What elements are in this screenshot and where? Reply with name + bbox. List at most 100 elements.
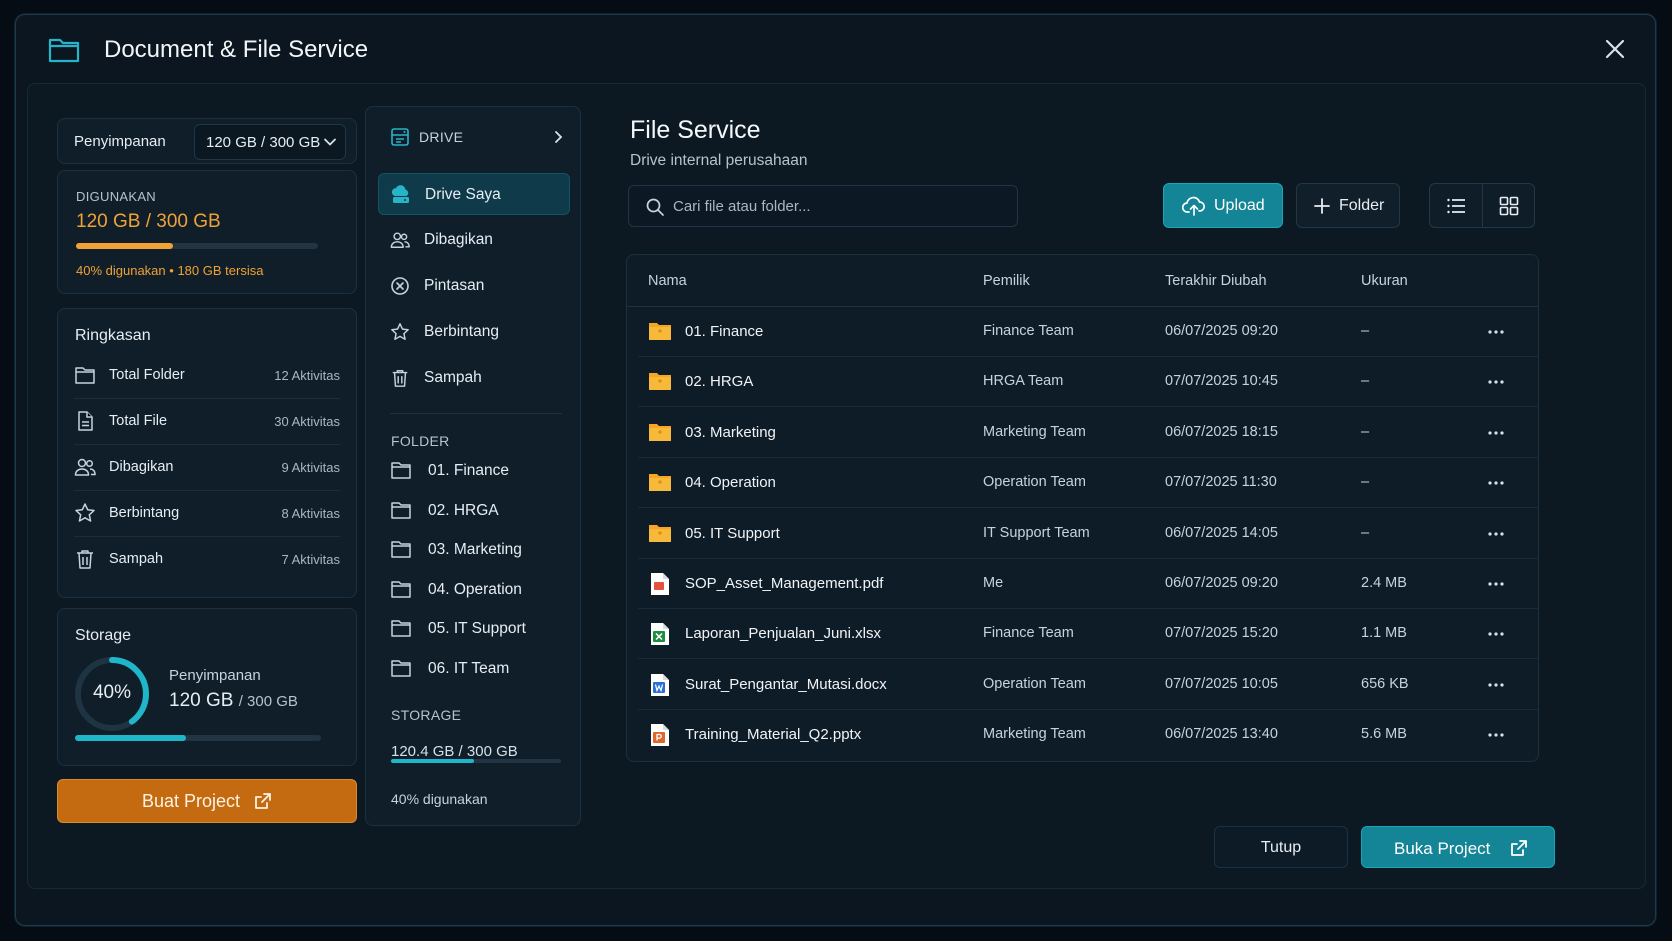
more-options-icon[interactable] [1483,722,1509,748]
nav-storage-value: 120.4 GB / 300 GB [391,743,518,760]
file-name: Training_Material_Q2.pptx [685,726,862,744]
more-options-icon[interactable] [1483,571,1509,597]
nav-item-sampah[interactable]: Sampah [378,357,570,399]
folder-item[interactable]: 06. IT Team [378,651,570,687]
open-project-label: Buka Project [1394,839,1491,858]
storage-selector-label: Penyimpanan [74,133,166,150]
nav-item-drive-saya[interactable]: Drive Saya [378,173,570,215]
folder-icon [648,320,672,342]
summary-item-count: 9 Aktivitas [281,460,340,475]
drive-header[interactable]: DRIVE [378,123,570,153]
storage-progress-fill [75,735,186,741]
folder-item-label: 01. Finance [428,462,509,479]
table-row[interactable]: SOP_Asset_Management.pdf Me 06/07/2025 09:… [638,559,1538,609]
shortcut-icon [390,276,410,296]
table-row[interactable]: 03. Marketing Marketing Team 06/07/2025 18… [638,408,1538,458]
file-owner: Marketing Team [983,726,1086,743]
plus-icon [1313,197,1331,215]
storage-selector: Penyimpanan 120 GB / 300 GB [57,118,357,164]
document-file-service-window: Document & File Service Penyimpanan 120 … [15,14,1656,926]
summary-item-shared[interactable]: Dibagikan 9 Aktivitas [74,445,340,491]
powerpoint-file-icon [648,723,672,747]
chevron-right-icon [550,129,566,145]
summary-item-total-file[interactable]: Total File 30 Aktivitas [74,399,340,445]
file-table: Nama Pemilik Terakhir Diubah Ukuran 01. … [626,254,1539,762]
file-size: 2.4 MB [1361,575,1407,591]
grid-view-button[interactable] [1483,184,1536,227]
more-options-icon[interactable] [1483,369,1509,395]
file-owner: Marketing Team [983,423,1086,440]
folder-icon [648,370,672,392]
file-size: – [1361,423,1370,440]
table-row[interactable]: Surat_Pengantar_Mutasi.docx Operation Tea… [638,660,1538,710]
folder-icon [648,421,672,443]
folder-icon [390,460,412,480]
trash-icon [74,548,96,570]
folder-item-label: 03. Marketing [428,541,522,558]
nav-item-label: Drive Saya [425,186,501,203]
more-options-icon[interactable] [1483,621,1509,647]
external-link-icon [254,792,272,810]
summary-item-count: 8 Aktivitas [281,506,340,521]
folder-item[interactable]: 04. Operation [378,572,570,608]
usage-footnote: 40% digunakan • 180 GB tersisa [76,263,264,278]
nav-item-berbintang[interactable]: Berbintang [378,311,570,353]
table-row[interactable]: Laporan_Penjualan_Juni.xlsx Finance Team 0… [638,609,1538,660]
table-row[interactable]: Training_Material_Q2.pptx Marketing Team 0… [638,710,1538,760]
star-icon [390,322,410,342]
more-options-icon[interactable] [1483,672,1509,698]
more-options-icon[interactable] [1483,420,1509,446]
summary-item-name: Sampah [109,551,164,567]
file-owner: Finance Team [983,625,1074,642]
nav-item-dibagikan[interactable]: Dibagikan [378,219,570,261]
file-name: SOP_Asset_Management.pdf [685,575,884,592]
file-owner: IT Support Team [983,524,1090,541]
summary-item-trash[interactable]: Sampah 7 Aktivitas [74,537,340,583]
folder-icon [74,364,96,386]
summary-item-starred[interactable]: Berbintang 8 Aktivitas [74,491,340,537]
table-row[interactable]: 02. HRGA HRGA Team 07/07/2025 10:45 – [638,357,1538,408]
file-icon [74,410,96,432]
table-row[interactable]: 01. Finance Finance Team 06/07/2025 09:20 – [638,307,1538,357]
close-button[interactable]: Tutup [1214,826,1348,868]
table-row[interactable]: 05. IT Support IT Support Team 06/07/2025 … [638,509,1538,559]
summary-item-name: Total Folder [109,367,185,383]
folder-item[interactable]: 01. Finance [378,453,570,489]
drive-icon [390,127,410,147]
file-owner: Finance Team [983,323,1074,339]
folder-item[interactable]: 05. IT Support [378,611,570,647]
more-options-icon[interactable] [1483,521,1509,547]
create-project-button[interactable]: Buat Project [57,779,357,823]
file-modified: 07/07/2025 15:20 [1165,625,1278,642]
drive-label: DRIVE [419,129,464,145]
list-view-button[interactable] [1430,184,1483,227]
folder-item[interactable]: 02. HRGA [378,493,570,529]
table-row[interactable]: 04. Operation Operation Team 07/07/2025 11… [638,458,1538,509]
file-size: 656 KB [1361,675,1409,692]
pdf-file-icon [648,572,672,596]
upload-button[interactable]: Upload [1163,183,1283,228]
open-project-button[interactable]: Buka Project [1361,826,1555,868]
summary-item-name: Total File [109,413,168,429]
new-folder-button[interactable]: Folder [1296,183,1400,228]
file-size: 5.6 MB [1361,726,1407,743]
column-header-name[interactable]: Nama [648,273,687,289]
word-file-icon [648,673,672,697]
summary-item-total-folder[interactable]: Total Folder 12 Aktivitas [74,353,340,399]
nav-item-pintasan[interactable]: Pintasan [378,265,570,307]
folder-item[interactable]: 03. Marketing [378,532,570,568]
column-header-owner[interactable]: Pemilik [983,273,1030,289]
storage-dropdown[interactable]: 120 GB / 300 GB [194,124,346,160]
titlebar: Document & File Service [16,15,1655,83]
file-modified: 06/07/2025 14:05 [1165,524,1278,541]
column-header-size[interactable]: Ukuran [1361,273,1408,289]
more-options-icon[interactable] [1483,319,1509,345]
search-input[interactable] [673,187,1003,225]
close-icon[interactable] [1603,37,1627,61]
star-icon [74,502,96,524]
summary-item-count: 30 Aktivitas [274,414,340,429]
column-header-modified[interactable]: Terakhir Diubah [1165,273,1267,289]
folder-item-label: 05. IT Support [428,620,526,637]
file-size: 1.1 MB [1361,625,1407,642]
more-options-icon[interactable] [1483,470,1509,496]
